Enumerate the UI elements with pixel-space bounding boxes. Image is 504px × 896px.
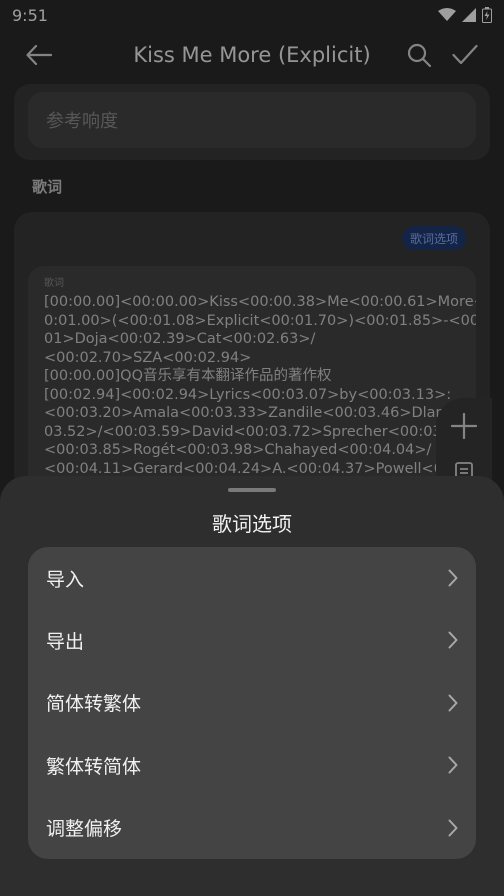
chevron-right-icon — [448, 631, 458, 649]
chevron-right-icon — [448, 569, 458, 587]
menu-item-adjust-offset[interactable]: 调整偏移 — [28, 797, 476, 859]
drag-handle[interactable] — [228, 488, 276, 492]
menu-item-label: 繁体转简体 — [46, 755, 142, 778]
menu-item-label: 导出 — [46, 631, 85, 654]
options-menu: 导入 导出 简体转繁体 繁体转简体 调整偏移 — [28, 547, 476, 859]
lyrics-options-sheet: 歌词选项 导入 导出 简体转繁体 繁体转简体 调整偏移 — [0, 476, 504, 896]
menu-item-simplified-to-traditional[interactable]: 简体转繁体 — [28, 672, 476, 734]
sheet-title: 歌词选项 — [212, 512, 292, 536]
menu-item-traditional-to-simplified[interactable]: 繁体转简体 — [28, 734, 476, 796]
chevron-right-icon — [448, 694, 458, 712]
chevron-right-icon — [448, 756, 458, 774]
menu-item-label: 导入 — [46, 568, 85, 591]
menu-item-import[interactable]: 导入 — [28, 547, 476, 609]
menu-item-label: 简体转繁体 — [46, 693, 142, 716]
menu-item-label: 调整偏移 — [46, 818, 123, 841]
menu-item-export[interactable]: 导出 — [28, 609, 476, 671]
chevron-right-icon — [448, 819, 458, 837]
